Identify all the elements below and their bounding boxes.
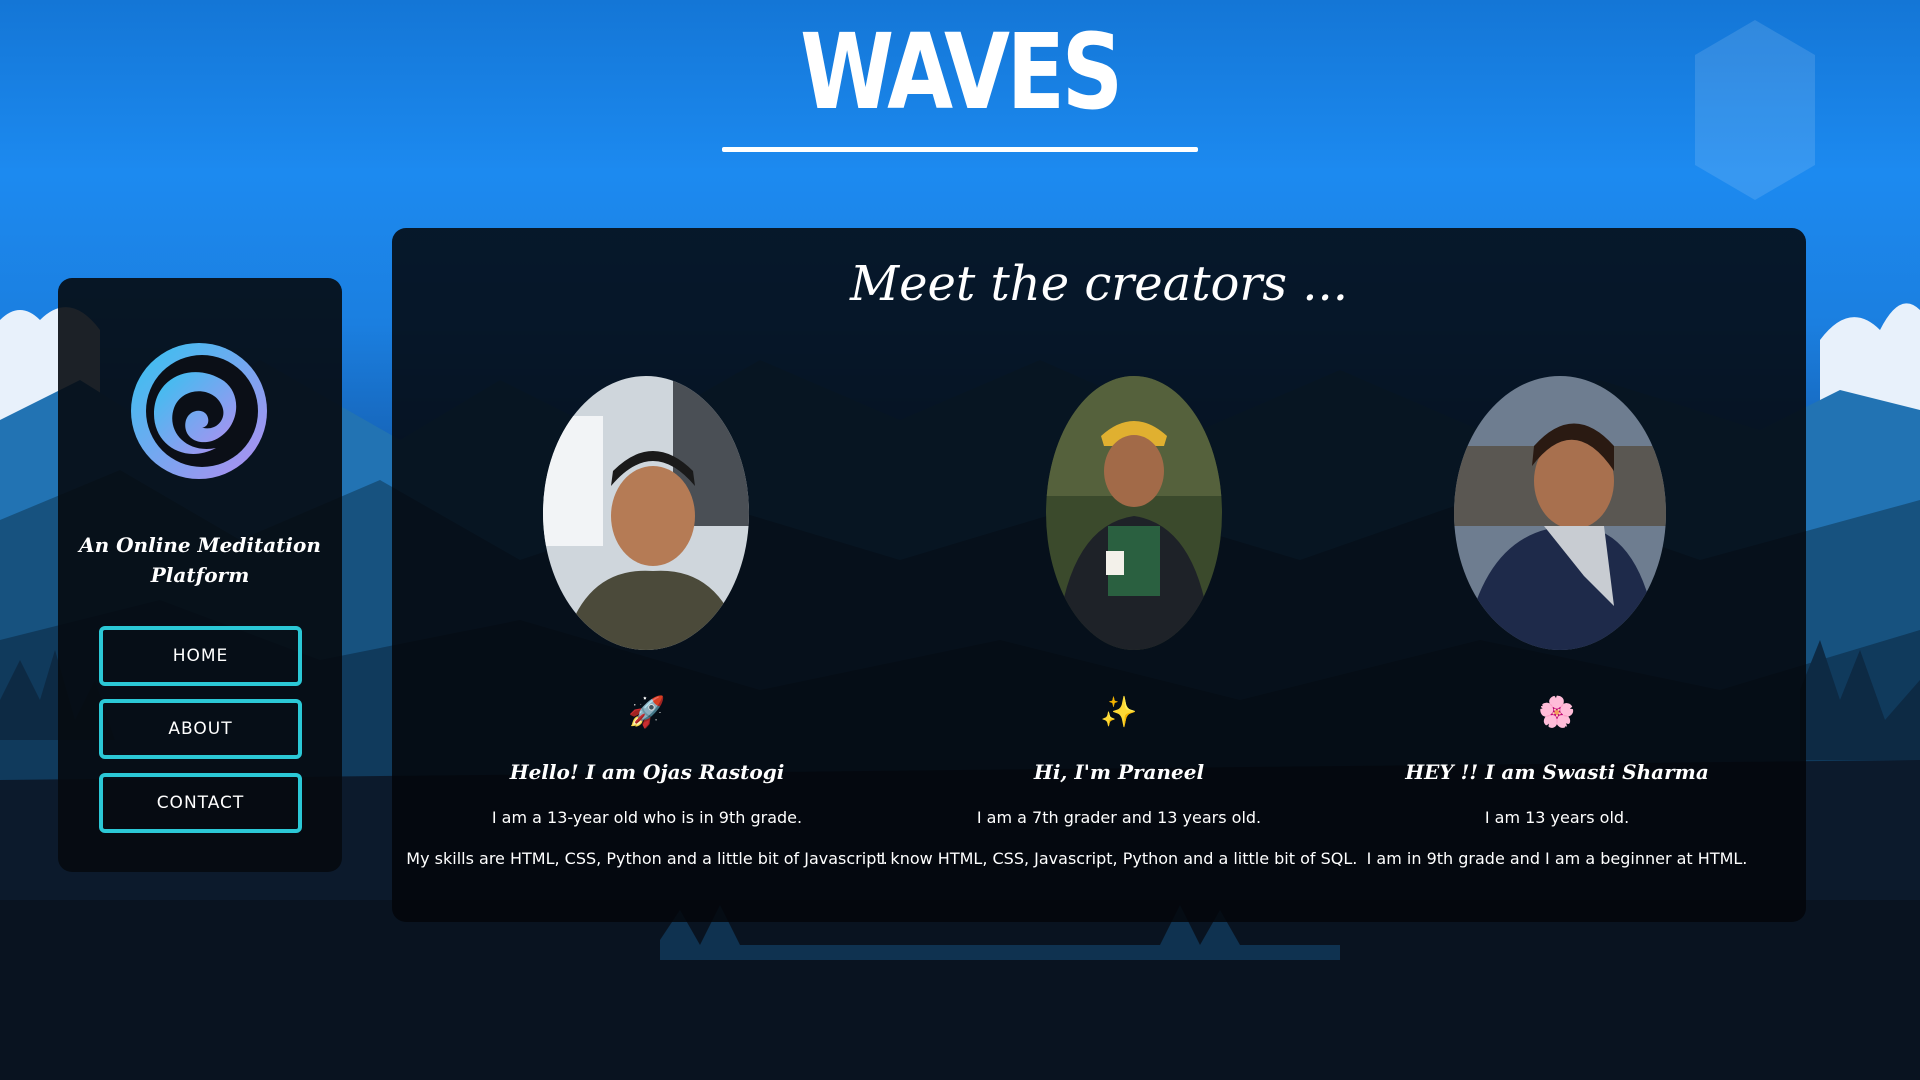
creator-intro: I am a 7th grader and 13 years old. (976, 808, 1262, 827)
creator-photo-swasti (1454, 376, 1666, 650)
sparkles-emoji-icon: ✨ (1100, 695, 1138, 730)
creator-intro: I am a 13-year old who is in 9th grade. (491, 808, 803, 827)
creator-name: Hello! I am Ojas Rastogi (509, 760, 785, 784)
title-underline (722, 147, 1198, 152)
nav-contact-button[interactable]: CONTACT (99, 773, 302, 833)
swirl-wave-logo-icon[interactable] (124, 336, 274, 486)
creator-skills: My skills are HTML, CSS, Python and a li… (406, 849, 888, 868)
creator-photo-praneel (1046, 376, 1222, 650)
creator-skills: I am in 9th grade and I am a beginner at… (1366, 849, 1748, 868)
creator-name: HEY !! I am Swasti Sharma (1405, 760, 1709, 784)
rocket-emoji-icon: 🚀 (628, 695, 666, 730)
tagline: An Online Meditation Platform (79, 533, 321, 587)
blossom-emoji-icon: 🌸 (1538, 695, 1576, 730)
nav-about-button[interactable]: ABOUT (99, 699, 302, 759)
creator-card-ojas: 🚀 Hello! I am Ojas Rastogi I am a 13-yea… (406, 228, 888, 922)
creator-skills: I know HTML, CSS, Javascript, Python and… (880, 849, 1358, 868)
creator-intro: I am 13 years old. (1484, 808, 1630, 827)
nav-home-button[interactable]: HOME (99, 626, 302, 686)
creator-photo-ojas (543, 376, 749, 650)
sidebar: An Online Meditation Platform HOME ABOUT… (58, 278, 342, 872)
creator-card-praneel: ✨ Hi, I'm Praneel I am a 7th grader and … (881, 228, 1357, 922)
creators-panel: Meet the creators ... 🚀 Hello! I am Ojas… (392, 228, 1806, 922)
site-title: WAVES (800, 11, 1123, 133)
creator-card-swasti: 🌸 HEY !! I am Swasti Sharma I am 13 year… (1322, 228, 1792, 922)
creator-name: Hi, I'm Praneel (1033, 760, 1205, 784)
